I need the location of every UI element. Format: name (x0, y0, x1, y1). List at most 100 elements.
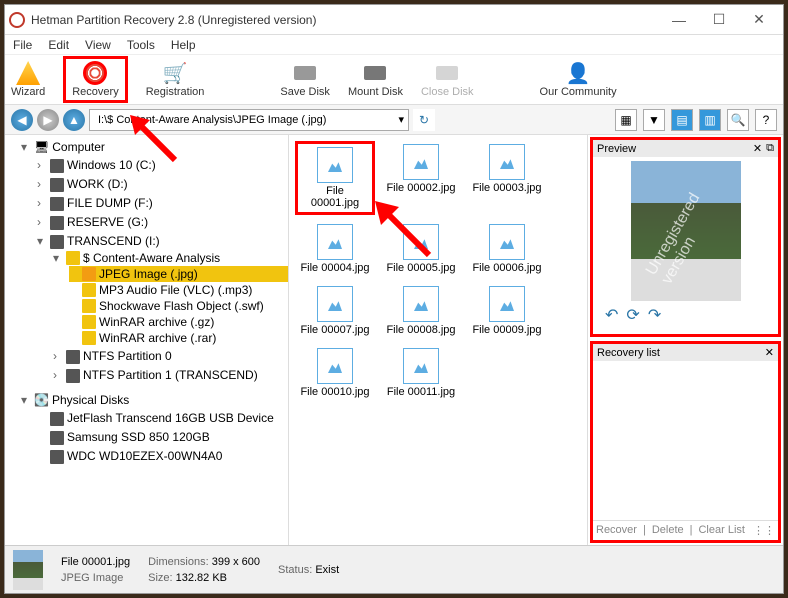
tree-phys-disk[interactable]: WDC WD10EZEX-00WN4A0 (37, 446, 288, 465)
image-file-icon (489, 224, 525, 260)
registration-button[interactable]: Registration (146, 61, 205, 98)
disk-mount-icon (363, 61, 387, 85)
tree-drive[interactable]: ▾TRANSCEND (I:) (37, 231, 288, 250)
search-button[interactable]: 🔍 (727, 109, 749, 131)
titlebar: Hetman Partition Recovery 2.8 (Unregiste… (5, 5, 783, 35)
preview-title: Preview (597, 143, 636, 155)
person-icon (566, 61, 590, 85)
file-item-selected[interactable]: File 00001.jpg (295, 141, 375, 215)
image-file-icon (403, 348, 439, 384)
statusbar: File 00001.jpg JPEG Image Dimensions: 39… (5, 545, 783, 593)
menubar: File Edit View Tools Help (5, 35, 783, 55)
file-item[interactable]: File 00003.jpg (467, 141, 547, 215)
close-button[interactable]: ✕ (739, 6, 779, 34)
refresh-icon[interactable]: ⟳ (626, 305, 639, 325)
main-area: ▾🖥 Computer ›Windows 10 (C:) ›WORK (D:) … (5, 135, 783, 545)
tree-panel[interactable]: ▾🖥 Computer ›Windows 10 (C:) ›WORK (D:) … (5, 135, 289, 545)
app-icon (9, 12, 25, 28)
file-item[interactable]: File 00007.jpg (295, 283, 375, 339)
recovery-list-footer: Recover| Delete| Clear List ⋮⋮ (593, 520, 778, 540)
preview-body: ↶ ⟳ ↷ (593, 157, 778, 334)
back-button[interactable]: ◀ (11, 109, 33, 131)
chevron-down-icon[interactable]: ▾ (398, 113, 404, 126)
preview-image (631, 161, 741, 301)
tree-content-aware[interactable]: ▾$ Content-Aware Analysis (53, 250, 288, 266)
menu-tools[interactable]: Tools (127, 38, 155, 52)
refresh-button[interactable]: ↻ (413, 109, 435, 131)
close-disk-label: Close Disk (421, 86, 474, 98)
navbar: ◀ ▶ ▲ I:\$ Content-Aware Analysis\JPEG I… (5, 105, 783, 135)
save-disk-button[interactable]: Save Disk (280, 61, 330, 98)
menu-edit[interactable]: Edit (48, 38, 69, 52)
image-file-icon (317, 224, 353, 260)
status-thumbnail (13, 550, 43, 590)
community-button[interactable]: Our Community (540, 61, 617, 98)
preview-pane: Preview ✕ ⧉ ↶ ⟳ ↷ (590, 137, 781, 337)
view-square-button[interactable]: ▦ (615, 109, 637, 131)
image-file-icon (403, 286, 439, 322)
rotate-right-icon[interactable]: ↷ (648, 305, 661, 325)
file-item[interactable]: File 00005.jpg (381, 221, 461, 277)
tree-drive[interactable]: ›Windows 10 (C:) (37, 155, 288, 174)
help-button[interactable]: ? (755, 109, 777, 131)
tree-folder[interactable]: WinRAR archive (.gz) (69, 314, 288, 330)
file-item[interactable]: File 00006.jpg (467, 221, 547, 277)
lifebuoy-icon (83, 61, 107, 85)
menu-file[interactable]: File (13, 38, 32, 52)
up-button[interactable]: ▲ (63, 109, 85, 131)
recovery-list-pane: Recovery list ✕ Recover| Delete| Clear L… (590, 341, 781, 543)
file-item[interactable]: File 00002.jpg (381, 141, 461, 215)
file-item[interactable]: File 00008.jpg (381, 283, 461, 339)
file-item[interactable]: File 00011.jpg (381, 345, 461, 401)
menu-view[interactable]: View (85, 38, 111, 52)
options-icon[interactable]: ⋮⋮ (753, 524, 775, 537)
tree-drive[interactable]: ›RESERVE (G:) (37, 212, 288, 231)
app-window: Hetman Partition Recovery 2.8 (Unregiste… (4, 4, 784, 594)
maximize-button[interactable]: ☐ (699, 6, 739, 34)
forward-button[interactable]: ▶ (37, 109, 59, 131)
file-item[interactable]: File 00010.jpg (295, 345, 375, 401)
tree-phys-disk[interactable]: Samsung SSD 850 120GB (37, 427, 288, 446)
path-text: I:\$ Content-Aware Analysis\JPEG Image (… (98, 114, 398, 126)
recovery-list-body[interactable] (593, 361, 778, 520)
tree-physical[interactable]: ▾💽 Physical Disks (21, 392, 288, 408)
preview-close-icon[interactable]: ✕ (753, 142, 762, 155)
community-label: Our Community (540, 86, 617, 98)
minimize-button[interactable]: — (659, 6, 699, 34)
address-bar[interactable]: I:\$ Content-Aware Analysis\JPEG Image (… (89, 109, 409, 131)
cart-icon (163, 61, 187, 85)
preview-popout-icon[interactable]: ⧉ (766, 142, 774, 155)
tree-folder[interactable]: MP3 Audio File (VLC) (.mp3) (69, 282, 288, 298)
file-grid[interactable]: File 00001.jpg File 00002.jpg File 00003… (289, 135, 587, 545)
recover-button[interactable]: Recover (596, 524, 637, 537)
wizard-button[interactable]: Wizard (11, 61, 45, 98)
mount-disk-button[interactable]: Mount Disk (348, 61, 403, 98)
clear-list-button[interactable]: Clear List (698, 524, 744, 537)
tree-computer[interactable]: ▾🖥 Computer (21, 139, 288, 155)
tree-folder[interactable]: WinRAR archive (.rar) (69, 330, 288, 346)
file-item[interactable]: File 00009.jpg (467, 283, 547, 339)
rotate-left-icon[interactable]: ↶ (605, 305, 618, 325)
tree-phys-disk[interactable]: JetFlash Transcend 16GB USB Device (37, 408, 288, 427)
file-content: File 00001.jpg File 00002.jpg File 00003… (289, 135, 587, 545)
close-disk-button: Close Disk (421, 61, 474, 98)
view-icons-button[interactable]: ▤ (671, 109, 693, 131)
image-file-icon (317, 348, 353, 384)
delete-button[interactable]: Delete (652, 524, 684, 537)
view-list-button[interactable]: ▥ (699, 109, 721, 131)
filter-button[interactable]: ▼ (643, 109, 665, 131)
file-item[interactable]: File 00004.jpg (295, 221, 375, 277)
wand-icon (16, 61, 40, 85)
tree-ntfs1[interactable]: ›NTFS Partition 1 (TRANSCEND) (53, 365, 288, 384)
tree-folder[interactable]: Shockwave Flash Object (.swf) (69, 298, 288, 314)
recovery-button[interactable]: Recovery (63, 56, 127, 103)
recovery-list-close-icon[interactable]: ✕ (765, 346, 774, 359)
tree-folder-jpeg[interactable]: JPEG Image (.jpg) (69, 266, 288, 282)
tree-drive[interactable]: ›FILE DUMP (F:) (37, 193, 288, 212)
registration-label: Registration (146, 86, 205, 98)
tree-ntfs0[interactable]: ›NTFS Partition 0 (53, 346, 288, 365)
menu-help[interactable]: Help (171, 38, 196, 52)
mount-disk-label: Mount Disk (348, 86, 403, 98)
tree-drive[interactable]: ›WORK (D:) (37, 174, 288, 193)
disk-save-icon (293, 61, 317, 85)
